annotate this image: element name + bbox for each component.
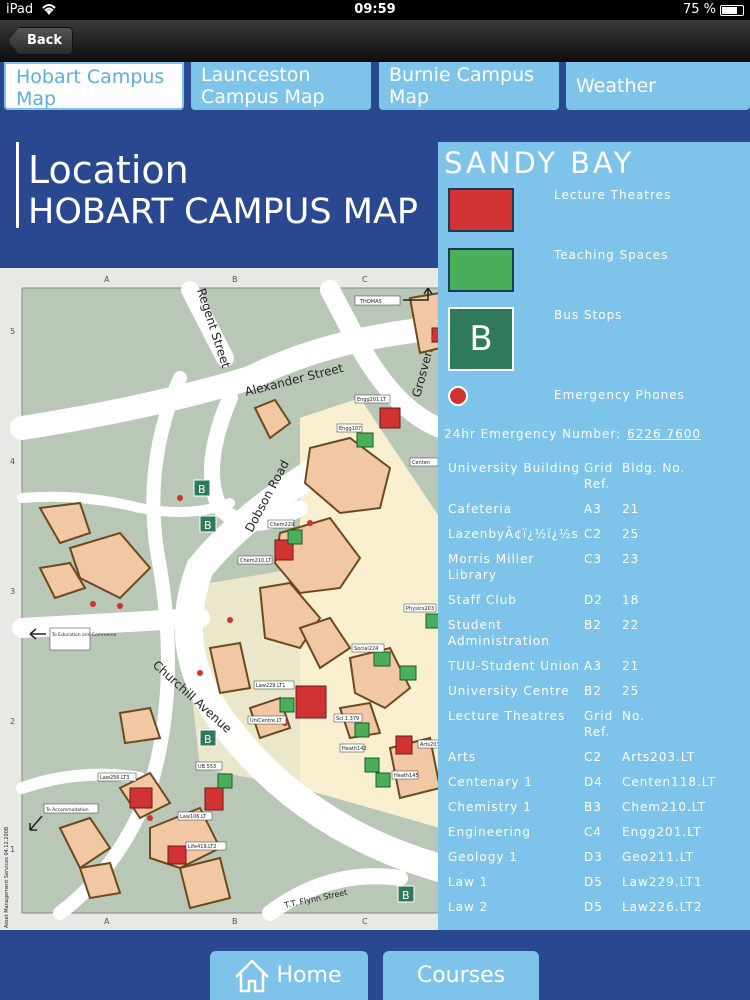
emergency-number-label: 24hr Emergency Number: xyxy=(444,427,622,441)
map-label-heath145: Heath145 xyxy=(394,773,419,779)
legend-title: SANDY BAY xyxy=(444,146,635,180)
svg-text:B: B xyxy=(204,733,212,746)
map-label-thomas: THOMAS xyxy=(359,299,382,305)
status-bar: iPad 09:59 75 % xyxy=(0,0,750,20)
table-row: Chemistry 1 B3 Chem210.LT xyxy=(448,800,707,814)
home-button[interactable]: Home xyxy=(210,951,368,1000)
page-subtitle: HOBART CAMPUS MAP xyxy=(28,192,418,232)
map-label-physics203: Physics203 xyxy=(406,606,434,612)
bus-stop-swatch: B xyxy=(448,307,514,371)
tab-launceston-campus-map[interactable]: Launceston Campus Map xyxy=(191,62,371,110)
courses-label: Courses xyxy=(416,963,506,988)
bus-stop-label: Bus Stops xyxy=(554,308,623,322)
tab-burnie-campus-map[interactable]: Burnie Campus Map xyxy=(379,62,559,110)
bus-stop-marker[interactable]: B xyxy=(199,729,217,747)
lecture-theatre-label: Lecture Theatres xyxy=(554,188,672,202)
svg-text:B: B xyxy=(198,483,206,496)
grid-col-b-bottom: B xyxy=(232,917,238,926)
map-label-to-education: To Education and Commerce xyxy=(51,632,117,638)
grid-row-4: 4 xyxy=(10,457,15,466)
courses-button[interactable]: Courses xyxy=(383,951,539,1000)
bus-stop-marker[interactable]: B xyxy=(397,885,415,903)
clock: 09:59 xyxy=(354,2,396,17)
map-label-social224: Social224 xyxy=(354,646,378,652)
map-label-chem229: Chem229 xyxy=(270,522,294,528)
table-row: University Centre B2 25 xyxy=(448,684,640,698)
map-label-sci1379: Sci.1.379 xyxy=(336,716,359,722)
tab-weather[interactable]: Weather xyxy=(566,62,750,110)
map-label-law106: Law106.LT xyxy=(180,814,207,820)
grid-col-b: B xyxy=(232,275,238,284)
table-row: Arts C2 Arts203.LT xyxy=(448,750,696,764)
map-label-arts203: Arts203 xyxy=(420,742,440,748)
home-label: Home xyxy=(276,963,342,988)
map-label-ub553: UB.553 xyxy=(198,764,216,770)
battery-icon xyxy=(720,5,744,16)
table-row: Cafeteria A3 21 xyxy=(448,502,640,516)
table-row: Engineering C4 Engg201.LT xyxy=(448,825,702,839)
campus-map[interactable]: A B C A B C 5 4 3 2 1 Regent Street Alex… xyxy=(0,268,440,930)
emergency-phone-icon xyxy=(448,386,468,406)
lecture-theatre-swatch xyxy=(448,188,514,232)
emergency-number: 24hr Emergency Number: 6226 7600 xyxy=(444,427,701,441)
grid-row-2: 2 xyxy=(10,717,15,726)
grid-col-c-bottom: C xyxy=(362,917,368,926)
home-icon xyxy=(235,959,269,993)
svg-text:B: B xyxy=(204,519,212,532)
map-label-life419: Life419.LT2 xyxy=(188,844,216,850)
grid-col-c: C xyxy=(362,275,368,284)
grid-row-3: 3 xyxy=(10,587,15,596)
grid-col-a: A xyxy=(104,275,110,284)
svg-text:B: B xyxy=(402,889,410,902)
teaching-space-swatch xyxy=(448,248,514,292)
table-row: Geology 1 D3 Geo211.LT xyxy=(448,850,695,864)
table-row: Centenary 1 D4 Centen118.LT xyxy=(448,775,717,789)
table-row: University Building Grid Ref.Bldg. No. xyxy=(448,461,686,491)
map-label-law229: Law229.LT1 xyxy=(256,683,285,689)
table-row: TUU-Student Union A3 21 xyxy=(448,659,640,673)
table-row: Student AdministrationB2 22 xyxy=(448,618,640,648)
emergency-number-link[interactable]: 6226 7600 xyxy=(627,427,701,441)
grid-col-a-bottom: A xyxy=(104,917,110,926)
table-row: Law 2 D5 Law226.LT2 xyxy=(448,900,703,914)
map-label-unicentre: UniCentre.LT xyxy=(250,718,283,724)
table-row: LazenbyÃ¢ï¿½ï¿½s C2 25 xyxy=(448,527,640,541)
emergency-phone-label: Emergency Phones xyxy=(554,388,685,402)
grid-row-1: 1 xyxy=(10,845,15,854)
building-table: University Building Grid Ref.Bldg. No. Ca… xyxy=(448,460,748,924)
table-row: Lecture Theatres Grid Ref.No. xyxy=(448,709,645,739)
table-row: Law 1 D5 Law229.LT1 xyxy=(448,875,703,889)
teaching-space-label: Teaching Spaces xyxy=(554,248,669,262)
map-credit: Asset Management Services 04.12.2008 xyxy=(4,827,10,928)
page-title: Location xyxy=(28,148,189,192)
bus-stop-marker[interactable]: B xyxy=(193,479,211,497)
grid-row-5: 5 xyxy=(10,327,15,336)
navigation-bar: Back xyxy=(0,20,750,62)
map-label-to-accommodation: To Accommodation xyxy=(45,807,89,813)
bus-stop-marker[interactable]: B xyxy=(199,515,217,533)
map-label-engg201: Engg201.LT xyxy=(357,397,387,403)
table-row: Morris Miller LibraryC3 23 xyxy=(448,552,640,582)
tab-hobart-campus-map[interactable]: Hobart Campus Map xyxy=(4,62,184,110)
map-label-law256: Law256.LT3 xyxy=(100,775,129,781)
table-row: Staff Club D2 18 xyxy=(448,593,640,607)
map-label-heath142: Heath142 xyxy=(342,746,367,752)
legend-panel[interactable]: SANDY BAY Lecture Theatres Teaching Spac… xyxy=(438,142,750,930)
map-label-engg107: Engg107 xyxy=(339,426,361,432)
map-label-centen: Centen xyxy=(412,460,430,466)
title-divider xyxy=(16,142,19,228)
battery-percent: 75 % xyxy=(682,2,716,17)
back-button[interactable]: Back xyxy=(8,27,74,55)
map-label-chem210: Chem210.LT xyxy=(240,558,272,564)
